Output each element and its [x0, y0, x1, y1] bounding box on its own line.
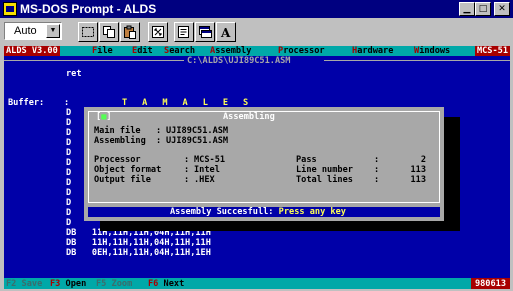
code-line-marker: D [66, 198, 72, 208]
code-line-marker: D [66, 158, 72, 168]
file-path: C:\ALDS\UJI89C51.ASM [184, 56, 294, 66]
press-any-key-prompt[interactable]: Press any key [279, 207, 346, 217]
code-line-marker: D [66, 188, 72, 198]
menu-processor[interactable]: Processor [278, 46, 325, 56]
maximize-icon: □ [478, 4, 488, 14]
mark-button[interactable] [78, 22, 98, 42]
close-icon: ✕ [498, 4, 506, 14]
total-lines-value: 113 [410, 175, 426, 185]
main-file-label: Main file [94, 126, 141, 136]
properties-button[interactable] [174, 22, 194, 42]
object-format-value: Intel [194, 165, 220, 175]
code-line-marker: D [66, 128, 72, 138]
copy-icon [103, 26, 115, 38]
font-size-value: Auto [14, 25, 37, 37]
font-icon: A [220, 26, 231, 39]
code-line-marker: D [66, 138, 72, 148]
font-button[interactable]: A [216, 22, 236, 42]
frame-rule [4, 60, 184, 61]
menu-windows[interactable]: Windows [414, 46, 450, 56]
buffer-label: Buffer: [8, 98, 45, 108]
editor-path-line: C:\ALDS\UJI89C51.ASM [4, 56, 510, 66]
pass-colon: : [374, 155, 380, 165]
total-lines-colon: : [374, 175, 380, 185]
paste-button[interactable] [120, 22, 140, 42]
minimize-button[interactable]: ▁ [459, 2, 475, 16]
assembling-dialog[interactable]: [■] Assembling Main file : UJI89C51.ASM … [84, 107, 444, 221]
processor-badge: MCS-51 [474, 46, 510, 56]
object-format-label: Object format [94, 165, 162, 175]
frame-rule [324, 60, 510, 61]
menu-search[interactable]: Search [164, 46, 195, 56]
assembling-label: Assembling [94, 136, 146, 146]
svg-text:A: A [220, 26, 231, 39]
processor-colon: : [184, 155, 190, 165]
code-line-marker: D [66, 118, 72, 128]
function-key-bar: F2 Save F3 Open F5 Zoom F6 Next 980613 [4, 278, 510, 289]
main-file-value: UJI89C51.ASM [166, 126, 229, 136]
menu-file[interactable]: File [92, 46, 113, 56]
dialog-title: Assembling [219, 112, 279, 122]
msdos-app-icon[interactable] [3, 2, 17, 16]
toolbar: Auto ▼ A [0, 18, 513, 46]
f3-open-key[interactable]: F3 Open [50, 279, 86, 289]
main-file-colon: : [156, 126, 162, 136]
menu-bar: ALDS V3.00 File Edit Search Assembly Pro… [4, 46, 510, 56]
background-icon [199, 26, 212, 38]
output-file-value: .HEX [194, 175, 215, 185]
processor-label: Processor [94, 155, 141, 165]
background-button[interactable] [195, 22, 215, 42]
processor-value: MCS-51 [194, 155, 226, 165]
buffer-colon: : [64, 98, 70, 108]
assembling-colon: : [156, 136, 162, 146]
date-badge: 980613 [470, 278, 510, 289]
fullscreen-icon [152, 26, 164, 38]
output-file-colon: : [184, 175, 190, 185]
pass-value: 2 [420, 155, 426, 165]
font-size-select[interactable]: Auto ▼ [4, 22, 62, 40]
copy-button[interactable] [99, 22, 119, 42]
f5-zoom-key[interactable]: F5 Zoom [96, 279, 132, 289]
f6-next-key[interactable]: F6 Next [148, 279, 184, 289]
total-lines-label: Total lines [296, 175, 353, 185]
chevron-down-icon[interactable]: ▼ [46, 24, 60, 38]
pass-label: Pass [296, 155, 317, 165]
code-line-marker: D [66, 168, 72, 178]
assembling-value: UJI89C51.ASM [166, 136, 229, 146]
menu-edit[interactable]: Edit [132, 46, 153, 56]
object-format-colon: : [184, 165, 190, 175]
code-line-marker: D [66, 178, 72, 188]
dialog-close-button[interactable]: [■] [95, 112, 113, 122]
mark-icon [82, 27, 94, 37]
maximize-button[interactable]: □ [475, 2, 491, 16]
close-button[interactable]: ✕ [494, 2, 510, 16]
paste-icon [124, 25, 136, 39]
code-line-marker: D [66, 208, 72, 218]
code-line-ret: ret [66, 69, 82, 79]
line-number-colon: : [374, 165, 380, 175]
menu-assembly[interactable]: Assembly [210, 46, 251, 56]
menu-hardware[interactable]: Hardware [352, 46, 393, 56]
line-number-value: 113 [410, 165, 426, 175]
code-line-marker: D [66, 148, 72, 158]
dialog-status-bar: Assembly Succesfull: Press any key [88, 207, 440, 217]
minimize-icon: ▁ [463, 4, 471, 14]
code-line-marker: D [66, 218, 72, 228]
line-number-label: Line number [296, 165, 353, 175]
properties-icon [178, 26, 189, 38]
close-icon: ■ [101, 112, 107, 122]
window-title-bar[interactable]: MS-DOS Prompt - ALDS ▁ □ ✕ [0, 0, 513, 18]
window-title: MS-DOS Prompt - ALDS [20, 2, 157, 16]
f2-save-key[interactable]: F2 Save [6, 279, 42, 289]
dos-console[interactable]: ALDS V3.00 File Edit Search Assembly Pro… [4, 46, 510, 289]
code-line-marker: D [66, 108, 72, 118]
assembly-status-message: Assembly Succesfull: Press any key [170, 207, 346, 217]
output-file-label: Output file [94, 175, 151, 185]
version-badge: ALDS V3.00 [4, 46, 60, 56]
fullscreen-button[interactable] [148, 22, 168, 42]
